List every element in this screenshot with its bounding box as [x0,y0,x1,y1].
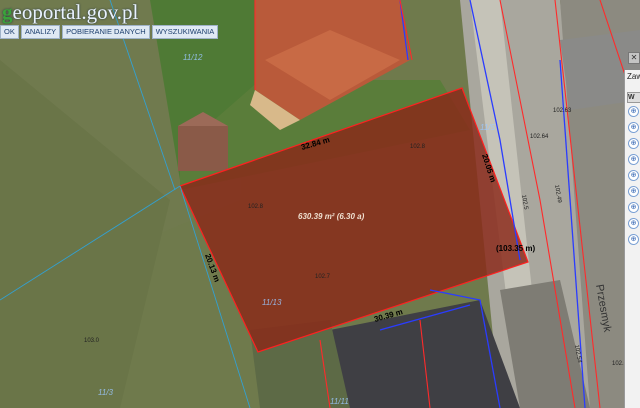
parcel-id-label: 11/13 [262,298,282,307]
layers-side-panel: Zaw W ⊕ ⊕ ⊕ ⊕ ⊕ ⊕ ⊕ ⊕ ⊕ [624,70,640,408]
map-canvas[interactable]: 32.84 m 20.05 m 20.13 m 30.39 m (103.35 … [0,0,640,408]
parcel-id-label: 11/12 [183,53,203,62]
brand-portal: eoportal [12,0,82,24]
toolbar-analizy-button[interactable]: ANALIZY [20,25,61,39]
elevation-label: 103.0 [84,338,100,344]
layer-expand-icon[interactable]: ⊕ [628,202,639,213]
elevation-label: 102.8 [410,144,426,150]
layer-expand-icon[interactable]: ⊕ [628,218,639,229]
toolbar-ok-button[interactable]: OK [0,25,19,39]
elevation-label: 102.7 [315,274,331,280]
parcel-id-label: 11/5 [480,123,496,132]
layer-expand-icon[interactable]: ⊕ [628,106,639,117]
layer-expand-icon[interactable]: ⊕ [628,186,639,197]
brand-domain: .gov.pl [81,0,139,24]
layer-expand-icon[interactable]: ⊕ [628,154,639,165]
top-toolbar: OK ANALIZY POBIERANIE DANYCH WYSZUKIWANI… [0,25,219,39]
brand-g: g [2,0,13,24]
elevation-label: 102.8 [248,204,264,210]
layer-expand-icon[interactable]: ⊕ [628,170,639,181]
toolbar-pobieranie-button[interactable]: POBIERANIE DANYCH [62,25,150,39]
toolbar-wyszukiwania-button[interactable]: WYSZUKIWANIA [151,25,219,39]
elevation-label: 102.64 [530,134,549,140]
parcel-id-label: 11/11 [330,397,349,406]
elevation-label: 102.63 [553,108,572,114]
close-icon[interactable]: ✕ [628,52,640,64]
layer-expand-icon[interactable]: ⊕ [628,234,639,245]
side-panel-w-button[interactable]: W [627,92,640,103]
edge-label-angle: (103.35 m) [496,244,535,253]
side-panel-title: Zaw [627,72,640,81]
parcel-area-label: 630.39 m² (6.30 a) [298,212,365,221]
layer-expand-icon[interactable]: ⊕ [628,122,639,133]
parcel-id-label: 11/3 [98,388,114,397]
layer-expand-icon[interactable]: ⊕ [628,138,639,149]
site-logo[interactable]: geoportal.gov.pl [2,0,138,24]
